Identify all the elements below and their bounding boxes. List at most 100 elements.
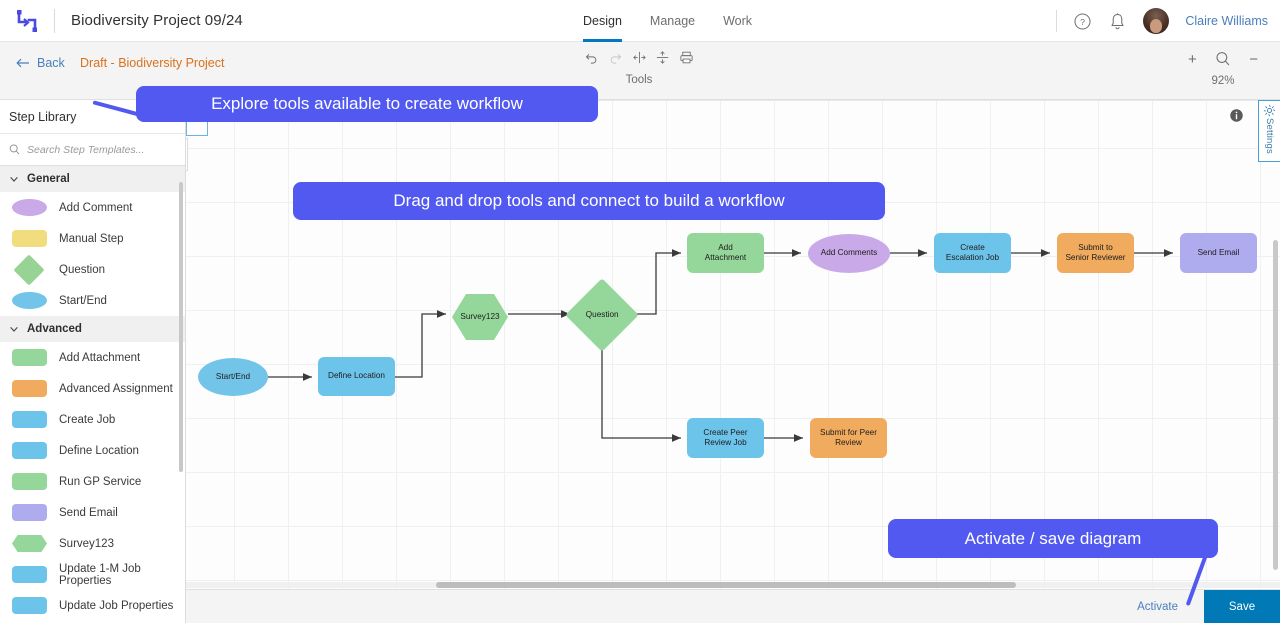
tools-label: Tools: [625, 74, 653, 86]
zoom-level: 92%: [1211, 75, 1235, 87]
info-icon: [1230, 109, 1243, 122]
header-divider: [54, 8, 55, 33]
page-title: Biodiversity Project 09/24: [71, 12, 243, 29]
header-actions: ? Claire Williams: [1056, 0, 1268, 42]
search-icon: [9, 144, 20, 155]
step-template-label: Send Email: [59, 506, 118, 519]
step-template-start-end[interactable]: Start/End: [0, 285, 185, 316]
step-template-define-location[interactable]: Define Location: [0, 435, 185, 466]
step-template-label: Add Attachment: [59, 351, 141, 364]
step-template-label: Update Job Properties: [59, 599, 174, 612]
workflow-node-start[interactable]: Start/End: [198, 358, 268, 396]
callout-1: Explore tools available to create workfl…: [136, 86, 598, 122]
step-template-label: Add Comment: [59, 201, 133, 214]
step-library-scrollbar[interactable]: [179, 182, 183, 472]
step-template-send-email[interactable]: Send Email: [0, 497, 185, 528]
chevron-down-icon: [10, 326, 18, 332]
align-vertical-icon[interactable]: [655, 50, 670, 65]
step-template-add-attachment[interactable]: Add Attachment: [0, 342, 185, 373]
workflow-node-define[interactable]: Define Location: [318, 357, 395, 396]
redo-icon[interactable]: [608, 50, 623, 65]
step-template-update-job-properties[interactable]: Update Job Properties: [0, 590, 185, 621]
search-row: [0, 134, 185, 166]
step-template-label: Advanced Assignment: [59, 382, 173, 395]
user-name[interactable]: Claire Williams: [1185, 14, 1268, 28]
workflow-designer-app: Biodiversity Project 09/24 Design Manage…: [0, 0, 1280, 623]
canvas-horizontal-scrollbar[interactable]: [436, 582, 1016, 588]
workflow-node-label: Create Escalation Job: [945, 242, 1000, 262]
breadcrumb[interactable]: Draft - Biodiversity Project: [80, 56, 224, 70]
tools-toolbar: Tools: [580, 50, 698, 86]
workflow-node-label: Question: [585, 309, 619, 319]
canvas-info-button[interactable]: [1229, 108, 1244, 128]
callout-2: Drag and drop tools and connect to build…: [293, 182, 885, 220]
step-template-create-job[interactable]: Create Job: [0, 404, 185, 435]
back-button[interactable]: Back: [16, 56, 65, 70]
notifications-button[interactable]: [1108, 12, 1127, 31]
help-button[interactable]: ?: [1073, 12, 1092, 31]
step-template-label: Create Job: [59, 413, 116, 426]
step-group-advanced[interactable]: Advanced: [0, 316, 185, 342]
gear-icon: [1263, 104, 1276, 117]
step-template-run-gp-service[interactable]: Run GP Service: [0, 466, 185, 497]
step-template-label: Define Location: [59, 444, 139, 457]
workflow-node-label: Send Email: [1197, 247, 1240, 257]
zoom-out-button[interactable]: −: [1249, 52, 1258, 67]
search-input[interactable]: [27, 143, 167, 156]
workflow-node-comments[interactable]: Add Comments: [808, 234, 890, 273]
workflow-node-label: Start/End: [215, 371, 251, 381]
question-circle-icon: ?: [1074, 12, 1091, 30]
step-swatch-icon: [12, 535, 47, 552]
workflow-node-peersub[interactable]: Submit for Peer Review: [810, 418, 887, 458]
zoom-in-button[interactable]: +: [1188, 52, 1197, 67]
step-group-general[interactable]: General: [0, 166, 185, 192]
workflow-node-email[interactable]: Send Email: [1180, 233, 1257, 273]
header-actions-divider: [1056, 10, 1058, 32]
step-template-add-comment[interactable]: Add Comment: [0, 192, 185, 223]
top-header: Biodiversity Project 09/24 Design Manage…: [0, 0, 1280, 42]
footer-bar: Activate Save: [186, 589, 1280, 623]
step-swatch-icon: [12, 597, 47, 614]
step-swatch-icon: [12, 380, 47, 397]
arrow-left-icon: [16, 58, 29, 68]
step-group-label: General: [27, 173, 70, 185]
step-swatch-icon: [12, 442, 47, 459]
step-swatch-icon: [12, 292, 47, 309]
canvas-vertical-scrollbar[interactable]: [1273, 240, 1278, 570]
step-template-manual-step[interactable]: Manual Step: [0, 223, 185, 254]
main-navigation: Design Manage Work: [583, 0, 752, 42]
activate-button[interactable]: Activate: [1137, 601, 1178, 613]
step-template-survey123[interactable]: Survey123: [0, 528, 185, 559]
step-template-label: Question: [59, 263, 106, 276]
step-library-panel: Step Library GeneralAdd CommentManual St…: [0, 100, 186, 623]
tab-manage[interactable]: Manage: [650, 0, 695, 42]
workflow-node-label: Survey123: [460, 311, 500, 321]
step-swatch-icon: [13, 253, 45, 286]
step-template-question[interactable]: Question: [0, 253, 185, 286]
undo-icon[interactable]: [584, 50, 599, 65]
callout-3: Activate / save diagram: [888, 519, 1218, 558]
avatar[interactable]: [1143, 8, 1170, 34]
print-icon[interactable]: [679, 50, 694, 65]
settings-tab[interactable]: Settings: [1258, 100, 1280, 162]
step-swatch-icon: [12, 504, 47, 521]
tab-design[interactable]: Design: [583, 0, 622, 42]
save-button[interactable]: Save: [1204, 589, 1280, 623]
workflow-node-label: Submit for Peer Review: [820, 427, 877, 447]
step-library-list[interactable]: General Add Comment Manual Step Question Sta…: [0, 166, 185, 623]
back-label: Back: [37, 56, 65, 70]
workflow-node-escalate[interactable]: Create Escalation Job: [934, 233, 1011, 273]
workflow-node-submit1[interactable]: Submit to Senior Reviewer: [1057, 233, 1134, 273]
workflow-node-attach[interactable]: Add Attachment: [687, 233, 764, 273]
step-swatch-icon: [12, 411, 47, 428]
magnifier-icon[interactable]: [1214, 50, 1232, 68]
workflow-node-label: Add Comments: [820, 248, 878, 258]
app-logo[interactable]: [0, 9, 54, 33]
step-swatch-icon: [12, 566, 47, 583]
workflow-logo-icon: [17, 9, 37, 32]
tab-work[interactable]: Work: [723, 0, 752, 42]
step-template-advanced-assignment[interactable]: Advanced Assignment: [0, 373, 185, 404]
align-horizontal-icon[interactable]: [632, 50, 647, 65]
step-template-update-1-m-job-properties[interactable]: Update 1-M Job Properties: [0, 559, 185, 590]
workflow-node-peerjob[interactable]: Create Peer Review Job: [687, 418, 764, 458]
